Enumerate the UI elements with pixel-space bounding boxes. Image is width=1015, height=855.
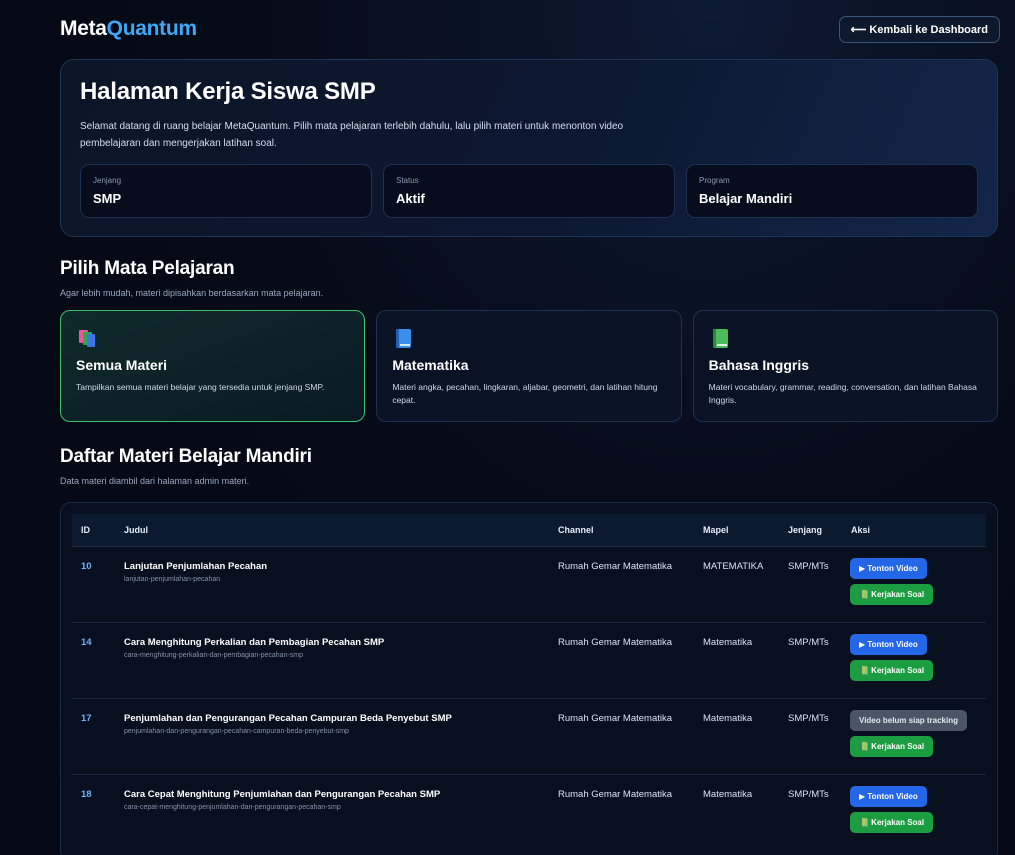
cell-actions: ▶ Tonton Video 📗 Kerjakan Soal: [842, 546, 986, 622]
subject-card-description: Materi vocabulary, grammar, reading, con…: [708, 382, 977, 405]
table-row: 10 Lanjutan Penjumlahan Pecahan lanjutan…: [72, 546, 986, 622]
material-title: Lanjutan Penjumlahan Pecahan: [124, 560, 268, 572]
material-slug: cara-menghitung-perkalian-dan-pembagian-…: [124, 651, 303, 659]
stat-label: Status: [396, 176, 419, 185]
subject-card-title: Matematika: [392, 357, 469, 373]
column-header-id: ID: [81, 524, 90, 535]
cell-actions: ▶ Tonton Video 📗 Kerjakan Soal: [842, 774, 986, 850]
materials-table-container: ID Judul Channel Mapel Jenjang Aksi 10 L…: [60, 502, 998, 855]
cell-title: Penjumlahan dan Pengurangan Pecahan Camp…: [115, 698, 549, 774]
subject-card-description: Materi angka, pecahan, lingkaran, aljaba…: [392, 382, 658, 405]
stat-label: Jenjang: [93, 176, 122, 185]
cell-level: SMP/MTs: [788, 636, 829, 648]
subject-card-title: Bahasa Inggris: [708, 357, 810, 373]
column-header-subject: Mapel: [703, 524, 729, 535]
stat-value: Belajar Mandiri: [699, 191, 793, 206]
green-book-icon: [709, 327, 731, 349]
watch-video-button[interactable]: ▶ Tonton Video: [850, 557, 927, 579]
cell-channel: Rumah Gemar Matematika: [558, 636, 673, 648]
cell-channel: Rumah Gemar Matematika: [558, 712, 673, 724]
cell-channel: Rumah Gemar Matematika: [558, 788, 673, 800]
material-title: Penjumlahan dan Pengurangan Pecahan Camp…: [124, 712, 452, 724]
hero-description: Selamat datang di ruang belajar MetaQuan…: [80, 121, 624, 149]
blue-book-icon: [392, 327, 414, 349]
back-to-dashboard-button[interactable]: ⟵ Kembali ke Dashboard: [838, 15, 1000, 43]
cell-level: SMP/MTs: [788, 560, 829, 572]
cell-subject: Matematika: [703, 636, 753, 648]
stat-jenjang: Jenjang SMP: [80, 164, 372, 218]
cell-subject: Matematika: [703, 788, 753, 800]
table-header-row: ID Judul Channel Mapel Jenjang Aksi: [72, 514, 986, 546]
video-not-ready-badge: Video belum siap tracking: [850, 709, 967, 731]
cell-level: SMP/MTs: [788, 788, 829, 800]
materials-subtitle: Data materi diambil dari halaman admin m…: [60, 476, 250, 486]
do-exercise-button[interactable]: 📗 Kerjakan Soal: [850, 735, 934, 757]
materials-table: ID Judul Channel Mapel Jenjang Aksi 10 L…: [72, 514, 986, 850]
cell-id: 14: [81, 636, 92, 648]
material-title: Cara Cepat Menghitung Penjumlahan dan Pe…: [124, 788, 441, 800]
stat-program: Program Belajar Mandiri: [686, 164, 978, 218]
material-slug: cara-cepat-menghitung-penjumlahan-dan-pe…: [124, 803, 341, 811]
logo[interactable]: MetaQuantum: [60, 17, 197, 41]
stat-label: Program: [699, 176, 730, 185]
page-title: Halaman Kerja Siswa SMP: [80, 78, 376, 105]
subject-cards: Semua Materi Tampilkan semua materi bela…: [60, 310, 998, 422]
subjects-section: Pilih Mata Pelajaran Agar lebih mudah, m…: [60, 258, 998, 422]
cell-level: SMP/MTs: [788, 712, 829, 724]
top-bar: MetaQuantum ⟵ Kembali ke Dashboard: [60, 0, 1000, 58]
subject-card-english[interactable]: Bahasa Inggris Materi vocabulary, gramma…: [692, 310, 998, 422]
do-exercise-button[interactable]: 📗 Kerjakan Soal: [850, 811, 934, 833]
hero-panel: Halaman Kerja Siswa SMP Selamat datang d…: [60, 59, 998, 237]
material-slug: penjumlahan-dan-pengurangan-pecahan-camp…: [124, 727, 349, 735]
subject-card-description: Tampilkan semua materi belajar yang ters…: [76, 382, 325, 392]
stats-row: Jenjang SMP Status Aktif Program Belajar…: [80, 164, 978, 218]
column-header-channel: Channel: [558, 524, 594, 535]
page: MetaQuantum ⟵ Kembali ke Dashboard Halam…: [60, 0, 1000, 855]
material-title: Cara Menghitung Perkalian dan Pembagian …: [124, 636, 385, 648]
materials-title: Daftar Materi Belajar Mandiri: [60, 446, 312, 467]
cell-id: 10: [81, 560, 92, 572]
logo-text-quantum: Quantum: [106, 17, 197, 40]
cell-title: Cara Menghitung Perkalian dan Pembagian …: [115, 622, 549, 698]
column-header-action: Aksi: [851, 524, 871, 535]
column-header-title: Judul: [124, 524, 148, 535]
stat-status: Status Aktif: [383, 164, 675, 218]
cell-subject: MATEMATIKA: [703, 560, 764, 572]
cell-id: 18: [81, 788, 92, 800]
do-exercise-button[interactable]: 📗 Kerjakan Soal: [850, 583, 934, 605]
material-slug: lanjutan-penjumlahan-pecahan: [124, 575, 221, 583]
column-header-level: Jenjang: [788, 524, 823, 535]
cell-id: 17: [81, 712, 92, 724]
cell-channel: Rumah Gemar Matematika: [558, 560, 673, 572]
cell-title: Cara Cepat Menghitung Penjumlahan dan Pe…: [115, 774, 549, 850]
watch-video-button[interactable]: ▶ Tonton Video: [850, 633, 927, 655]
subject-card-title: Semua Materi: [76, 357, 168, 373]
subjects-subtitle: Agar lebih mudah, materi dipisahkan berd…: [60, 288, 324, 298]
materials-section: Daftar Materi Belajar Mandiri Data mater…: [60, 446, 998, 855]
stat-value: Aktif: [396, 191, 425, 206]
subjects-title: Pilih Mata Pelajaran: [60, 258, 235, 279]
watch-video-button[interactable]: ▶ Tonton Video: [850, 785, 927, 807]
books-stack-icon: [76, 327, 98, 349]
table-row: 18 Cara Cepat Menghitung Penjumlahan dan…: [72, 774, 986, 850]
cell-title: Lanjutan Penjumlahan Pecahan lanjutan-pe…: [115, 546, 549, 622]
table-row: 17 Penjumlahan dan Pengurangan Pecahan C…: [72, 698, 986, 774]
do-exercise-button[interactable]: 📗 Kerjakan Soal: [850, 659, 934, 681]
cell-actions: Video belum siap tracking 📗 Kerjakan Soa…: [842, 698, 986, 774]
subject-card-all[interactable]: Semua Materi Tampilkan semua materi bela…: [60, 310, 366, 422]
stat-value: SMP: [93, 191, 122, 206]
logo-text-meta: Meta: [60, 17, 107, 40]
cell-actions: ▶ Tonton Video 📗 Kerjakan Soal: [842, 622, 986, 698]
cell-subject: Matematika: [703, 712, 753, 724]
table-row: 14 Cara Menghitung Perkalian dan Pembagi…: [72, 622, 986, 698]
subject-card-math[interactable]: Matematika Materi angka, pecahan, lingka…: [376, 310, 682, 422]
